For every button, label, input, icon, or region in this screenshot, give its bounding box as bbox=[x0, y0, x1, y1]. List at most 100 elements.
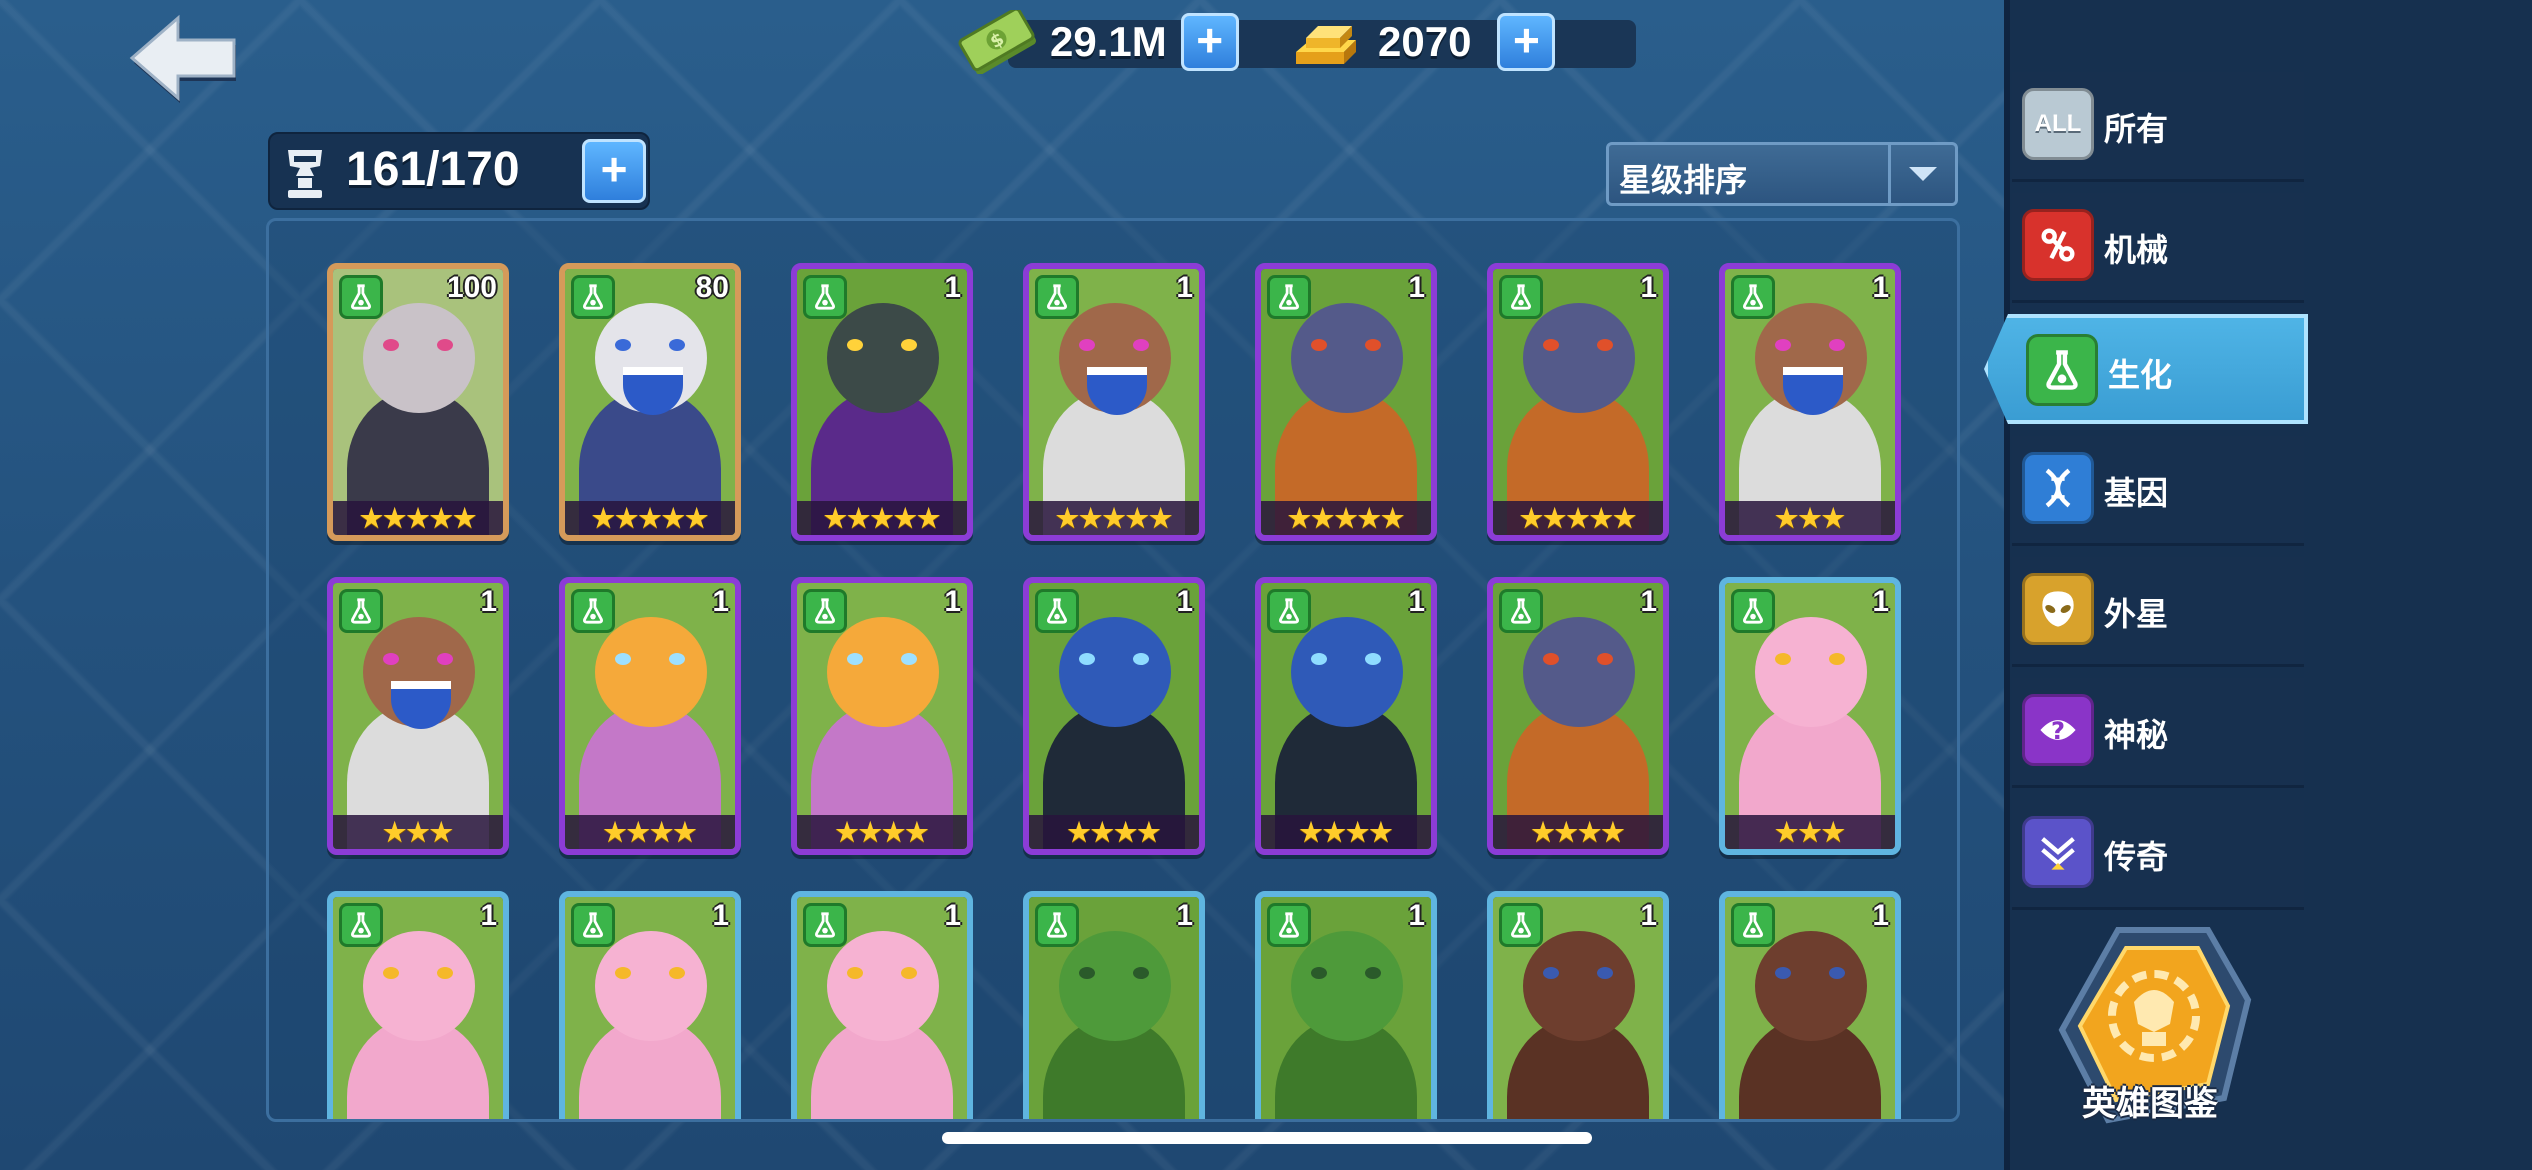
hero-eye bbox=[437, 967, 453, 979]
hero-eye bbox=[437, 653, 453, 665]
hero-card[interactable]: 80 ★★★★★ bbox=[559, 263, 741, 541]
hero-eye bbox=[1829, 967, 1845, 979]
star-rating: ★★★★ bbox=[1299, 817, 1393, 847]
hero-portrait-head bbox=[1291, 303, 1403, 413]
category-tab-dna[interactable]: 基因 bbox=[2012, 436, 2304, 546]
chevron-down-icon bbox=[1888, 145, 1955, 203]
hero-card[interactable]: 1 ★★★★★ bbox=[791, 263, 973, 541]
biochemical-flask-icon bbox=[1035, 275, 1079, 319]
hero-stars: ★★★★★ bbox=[565, 501, 735, 535]
add-gold-button[interactable]: + bbox=[1497, 13, 1556, 71]
hero-level: 1 bbox=[712, 899, 729, 932]
hero-card[interactable]: 1 ★★★★ bbox=[559, 577, 741, 855]
hero-card[interactable]: 1 bbox=[1487, 891, 1669, 1119]
hero-eye bbox=[847, 967, 863, 979]
all-badge-text: ALL bbox=[2034, 110, 2082, 137]
hero-card[interactable]: 1 bbox=[1719, 891, 1901, 1119]
hero-portrait-head bbox=[1059, 931, 1171, 1041]
hero-card[interactable]: 1 bbox=[327, 891, 509, 1119]
hero-card[interactable]: 1 ★★★★ bbox=[1023, 577, 1205, 855]
hero-eye bbox=[901, 653, 917, 665]
category-tab-mystery[interactable]: ? 神秘 bbox=[2012, 678, 2304, 788]
hero-level: 100 bbox=[446, 271, 497, 304]
hero-eye bbox=[1543, 967, 1559, 979]
biochemical-flask-icon bbox=[1035, 589, 1079, 633]
biochemical-flask-icon bbox=[2026, 334, 2098, 406]
hero-eye bbox=[1079, 967, 1095, 979]
hero-card[interactable]: 100 ★★★★★ bbox=[327, 263, 509, 541]
svg-text:?: ? bbox=[2051, 717, 2065, 745]
hero-portrait-head bbox=[1523, 931, 1635, 1041]
hero-eye bbox=[1829, 653, 1845, 665]
sort-dropdown[interactable]: 星级排序 bbox=[1606, 142, 1958, 206]
cash-icon: $ bbox=[958, 10, 1036, 74]
hero-portrait-head bbox=[595, 617, 707, 727]
hero-card[interactable]: 1 bbox=[1023, 891, 1205, 1119]
hero-level: 1 bbox=[1176, 899, 1193, 932]
star-rating: ★★★★ bbox=[1067, 817, 1161, 847]
hero-eye bbox=[669, 967, 685, 979]
category-tab-biochemical-flask[interactable]: 生化 bbox=[1984, 314, 2308, 424]
biochemical-flask-icon bbox=[1035, 903, 1079, 947]
expand-capacity-button[interactable]: + bbox=[582, 139, 646, 203]
biochemical-flask-icon bbox=[339, 589, 383, 633]
category-tab-alien[interactable]: 外星 bbox=[2012, 557, 2304, 667]
hero-card[interactable]: 1 ★★★★ bbox=[1487, 577, 1669, 855]
hero-card[interactable]: 1 bbox=[1255, 891, 1437, 1119]
back-button[interactable] bbox=[128, 10, 240, 106]
hero-portrait-head bbox=[1523, 303, 1635, 413]
hero-eye bbox=[901, 339, 917, 351]
hero-level: 1 bbox=[1872, 899, 1889, 932]
hero-card[interactable]: 1 ★★★ bbox=[1719, 577, 1901, 855]
hero-portrait-head bbox=[1059, 617, 1171, 727]
hero-stars: ★★★★★ bbox=[333, 501, 503, 535]
hero-card[interactable]: 1 ★★★ bbox=[1719, 263, 1901, 541]
category-label: 外星 bbox=[2104, 596, 2169, 632]
hero-eye bbox=[615, 653, 631, 665]
gold-amount: 2070 bbox=[1378, 18, 1472, 65]
hero-stars: ★★★ bbox=[333, 815, 503, 849]
hero-portrait-head bbox=[827, 617, 939, 727]
hero-portrait-head bbox=[363, 931, 475, 1041]
hero-eye bbox=[1775, 339, 1791, 351]
hero-level: 80 bbox=[695, 271, 729, 304]
hero-eye bbox=[1597, 339, 1613, 351]
add-cash-button[interactable]: + bbox=[1180, 13, 1239, 71]
biochemical-flask-icon bbox=[571, 903, 615, 947]
hero-card[interactable]: 1 ★★★★★ bbox=[1487, 263, 1669, 541]
star-rating: ★★★ bbox=[1775, 503, 1845, 533]
hero-card[interactable]: 1 bbox=[791, 891, 973, 1119]
category-tab-legend[interactable]: 传奇 bbox=[2012, 800, 2304, 910]
hero-eye bbox=[437, 339, 453, 351]
hero-stars: ★★★★★ bbox=[1493, 501, 1663, 535]
hero-level: 1 bbox=[1872, 271, 1889, 304]
star-rating: ★★★★★ bbox=[1287, 503, 1405, 533]
biochemical-flask-icon bbox=[803, 589, 847, 633]
category-tab-mechanical[interactable]: 机械 bbox=[2012, 193, 2304, 303]
biochemical-flask-icon bbox=[1731, 589, 1775, 633]
hero-eye bbox=[1311, 967, 1327, 979]
category-label: 神秘 bbox=[2104, 717, 2169, 753]
sort-selected: 星级排序 bbox=[1619, 162, 1748, 198]
hero-level: 1 bbox=[712, 585, 729, 618]
category-label: 所有 bbox=[2104, 111, 2169, 147]
biochemical-flask-icon bbox=[1731, 275, 1775, 319]
hero-card[interactable]: 1 ★★★★ bbox=[1255, 577, 1437, 855]
hero-card[interactable]: 1 ★★★★★ bbox=[1255, 263, 1437, 541]
hero-card[interactable]: 1 bbox=[559, 891, 741, 1119]
hero-eye bbox=[1365, 967, 1381, 979]
hero-eye bbox=[847, 653, 863, 665]
biochemical-flask-icon bbox=[1267, 903, 1311, 947]
biochemical-flask-icon bbox=[1499, 589, 1543, 633]
hero-level: 1 bbox=[944, 271, 961, 304]
hero-stars: ★★★ bbox=[1725, 501, 1895, 535]
hero-eye bbox=[1829, 339, 1845, 351]
category-tab-all[interactable]: ALL 所有 bbox=[2012, 72, 2304, 182]
hero-eye bbox=[1079, 653, 1095, 665]
mystery-icon: ? bbox=[2022, 694, 2094, 766]
hero-card[interactable]: 1 ★★★★★ bbox=[1023, 263, 1205, 541]
star-rating: ★★★★ bbox=[603, 817, 697, 847]
hero-card[interactable]: 1 ★★★★ bbox=[791, 577, 973, 855]
hero-card[interactable]: 1 ★★★ bbox=[327, 577, 509, 855]
home-indicator[interactable] bbox=[942, 1132, 1592, 1144]
